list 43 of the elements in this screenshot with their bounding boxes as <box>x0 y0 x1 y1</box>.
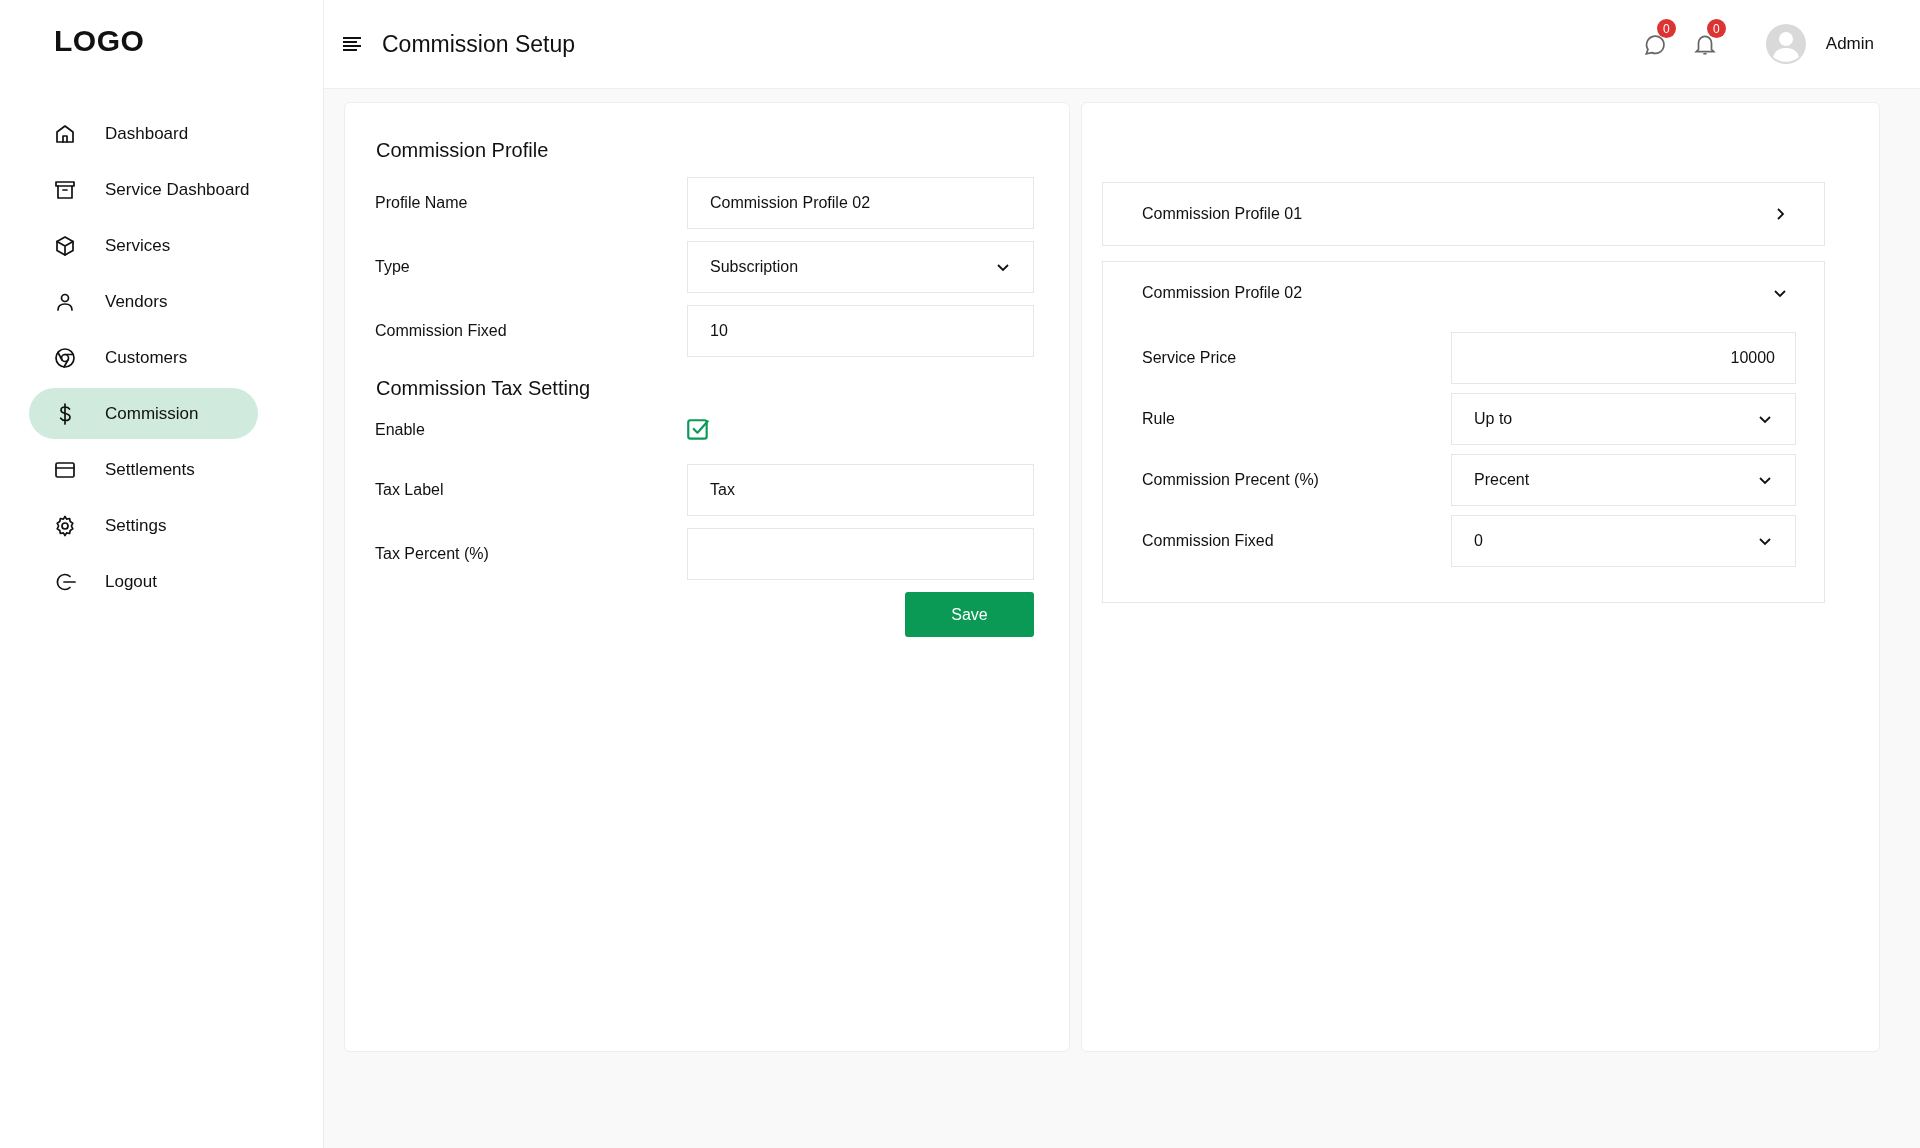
field-label: Commission Fixed <box>1142 532 1275 550</box>
field-label: Tax Percent (%) <box>375 545 490 563</box>
user-name: Admin <box>1825 34 1874 54</box>
sidebar-item[interactable]: Dashboard <box>29 108 258 159</box>
cube-icon <box>53 233 77 258</box>
field-label: Enable <box>375 421 426 439</box>
sidebar-item[interactable]: Logout <box>29 556 258 607</box>
select-field[interactable]: 0 <box>1451 515 1796 567</box>
sidebar-item[interactable]: Customers <box>29 332 258 383</box>
field-label: Profile Name <box>375 194 469 212</box>
sidebar-item[interactable]: Vendors <box>29 276 258 327</box>
sidebar-item[interactable]: Settings <box>29 500 258 551</box>
settings-icon <box>53 513 77 538</box>
menu-icon[interactable] <box>342 36 362 52</box>
field-label: Commission Precent (%) <box>1142 471 1320 489</box>
count-badge: 0 <box>1706 19 1726 38</box>
select-field[interactable]: Precent <box>1451 454 1796 506</box>
page-title: Commission Setup <box>382 30 576 58</box>
count-badge: 0 <box>1656 19 1676 38</box>
input-field[interactable] <box>687 528 1034 580</box>
section-title: Commission Profile <box>376 139 550 162</box>
select-field[interactable]: Up to <box>1451 393 1796 445</box>
input-field[interactable]: 10000 <box>1451 332 1796 384</box>
sidebar-item[interactable]: Commission <box>29 388 258 439</box>
sidebar-item[interactable]: Service Dashboard <box>29 164 258 215</box>
accordion-header[interactable]: Commission Profile 02 <box>1103 262 1824 324</box>
save-button[interactable]: Save <box>905 592 1034 637</box>
field-label: Type <box>375 258 411 276</box>
field-label: Commission Fixed <box>375 322 508 340</box>
logo: LOGO <box>54 24 145 58</box>
select-field[interactable]: Subscription <box>687 241 1034 293</box>
field-label: Tax Label <box>375 481 445 499</box>
input-field[interactable]: Tax <box>687 464 1034 516</box>
aperture-icon <box>53 345 77 370</box>
checkbox[interactable] <box>685 417 711 443</box>
accordion-header[interactable]: Commission Profile 01 <box>1103 183 1824 245</box>
sidebar-item[interactable]: Settlements <box>29 444 258 495</box>
section-title: Commission Tax Setting <box>376 377 592 400</box>
field-label: Rule <box>1142 410 1176 428</box>
input-field[interactable]: Commission Profile 02 <box>687 177 1034 229</box>
input-field[interactable]: 10 <box>687 305 1034 357</box>
field-label: Service Price <box>1142 349 1238 367</box>
sidebar-item[interactable]: Services <box>29 220 258 271</box>
